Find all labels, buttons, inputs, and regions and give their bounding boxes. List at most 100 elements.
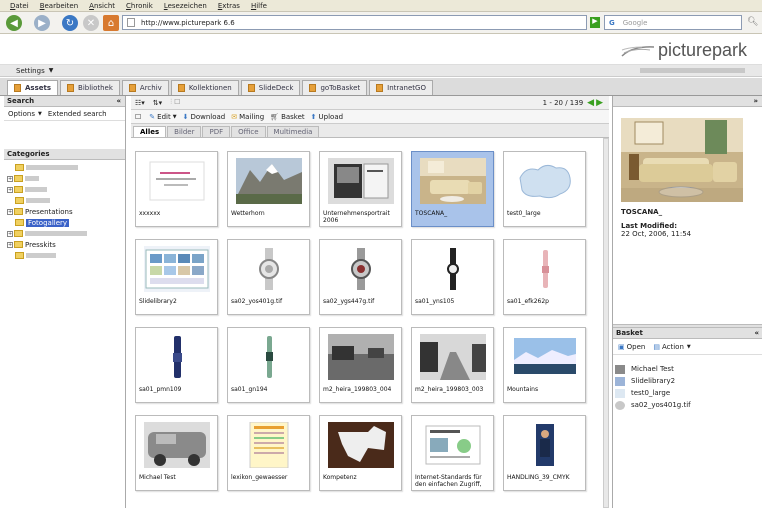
asset-caption: m2_heira_199803_003 (415, 386, 484, 393)
basket-item[interactable]: test0_large (615, 387, 762, 399)
tree-item[interactable] (7, 162, 125, 173)
filter-icon[interactable]: ⫶ ☐ (170, 98, 180, 107)
tree-item[interactable] (7, 250, 125, 261)
tree-item[interactable] (7, 195, 125, 206)
basket-open-button[interactable]: Open (627, 343, 646, 351)
select-all-icon[interactable]: ☐ (135, 113, 141, 121)
asset-tile[interactable]: HANDLING_39_CMYK (503, 415, 586, 491)
google-icon[interactable]: G (609, 19, 615, 27)
options-menu[interactable]: Options (8, 110, 35, 118)
reload-icon[interactable]: ↻ (62, 15, 78, 31)
chevron-down-icon[interactable]: ▼ (38, 111, 42, 117)
tab-slidedeck[interactable]: SlideDeck (240, 80, 301, 95)
settings-menu[interactable]: Settings (16, 67, 45, 75)
collapse-left-icon[interactable]: « (116, 97, 121, 105)
asset-tile[interactable]: Mountains (503, 327, 586, 403)
download-button[interactable]: Download (190, 113, 225, 121)
detail-preview-image (621, 118, 743, 202)
upload-button[interactable]: Upload (319, 113, 344, 121)
asset-tile[interactable]: sa01_yns105 (411, 239, 494, 315)
go-icon[interactable]: ▶ (590, 17, 600, 28)
basket-button[interactable]: Basket (281, 113, 305, 121)
expand-icon[interactable]: + (7, 208, 13, 215)
filter-tab-pdf[interactable]: PDF (202, 126, 231, 137)
collapse-basket-icon[interactable]: « (754, 329, 759, 337)
url-field[interactable]: http://www.picturepark 6.6 (122, 15, 587, 30)
asset-tile[interactable]: sa01_gn194 (227, 327, 310, 403)
asset-tile[interactable]: m2_heira_199803_003 (411, 327, 494, 403)
chevron-down-icon[interactable]: ▼ (49, 67, 54, 74)
chevron-down-icon[interactable]: ▼ (173, 114, 177, 120)
asset-tile[interactable]: sa01_efk262p (503, 239, 586, 315)
asset-tile[interactable]: Kompetenz (319, 415, 402, 491)
asset-tile[interactable]: Michael Test (135, 415, 218, 491)
menu-extras[interactable]: Extras (218, 2, 240, 10)
tab-bibliothek[interactable]: Bibliothek (60, 80, 120, 95)
basket-header: Basket « (613, 328, 762, 339)
sort-icon[interactable]: ⇅▾ (153, 99, 162, 107)
home-icon[interactable]: ⌂ (103, 15, 119, 31)
folder-icon (15, 164, 24, 171)
menu-hilfe[interactable]: Hilfe (251, 2, 267, 10)
folder-icon (14, 208, 23, 215)
tree-item[interactable]: + (7, 173, 125, 184)
tree-item[interactable]: + (7, 228, 125, 239)
basket-item[interactable]: Slidelibrary2 (615, 375, 762, 387)
basket-item[interactable]: sa02_yos401g.tif (615, 399, 762, 411)
asset-tile[interactable]: m2_heira_199803_004 (319, 327, 402, 403)
menu-ansicht[interactable]: Ansicht (89, 2, 115, 10)
filter-tab-alles[interactable]: Alles (133, 126, 167, 137)
asset-tile[interactable]: sa02_yos401g.tif (227, 239, 310, 315)
expand-icon[interactable]: + (7, 241, 13, 248)
filter-tab-office[interactable]: Office (231, 126, 266, 137)
expand-icon[interactable]: + (7, 186, 13, 193)
asset-tile[interactable]: Slidelibrary2 (135, 239, 218, 315)
menu-chronik[interactable]: Chronik (126, 2, 153, 10)
asset-tile[interactable]: xxxxxx (135, 151, 218, 227)
asset-tile[interactable]: lexikon_gewaesser (227, 415, 310, 491)
basket-action-button[interactable]: Action (662, 343, 684, 351)
mailing-button[interactable]: Mailing (239, 113, 264, 121)
basket-icon: 🛒︎ (270, 112, 280, 121)
tree-item[interactable]: + (7, 184, 125, 195)
asset-tile[interactable]: Unternehmensportrait 2006 (319, 151, 402, 227)
tab-gotobasket[interactable]: goToBasket (302, 80, 368, 95)
blurred-label (25, 176, 39, 181)
menu-datei[interactable]: Datei (10, 2, 29, 10)
tree-item-presskits[interactable]: + Presskits (7, 239, 125, 250)
grid-scrollbar[interactable] (603, 138, 609, 508)
filter-tab-bilder[interactable]: Bilder (167, 126, 202, 137)
stop-icon[interactable]: ✕ (83, 15, 99, 31)
prev-page-icon[interactable]: ◀ (587, 98, 594, 108)
view-mode-icon[interactable]: ☷▾ (135, 99, 145, 107)
menu-lesezeichen[interactable]: Lesezeichen (164, 2, 207, 10)
search-go-icon[interactable]: 🔍︎ (747, 17, 758, 27)
asset-tile[interactable]: Wetterhorn (227, 151, 310, 227)
asset-tile[interactable]: sa01_pmn109 (135, 327, 218, 403)
next-page-icon[interactable]: ▶ (596, 98, 603, 108)
tab-archiv[interactable]: Archiv (121, 80, 169, 95)
asset-caption: Slidelibrary2 (139, 298, 177, 305)
tab-kollektionen[interactable]: Kollektionen (170, 80, 239, 95)
extended-search-link[interactable]: Extended search (48, 110, 107, 118)
expand-icon[interactable]: + (7, 175, 13, 182)
chevron-down-icon[interactable]: ▼ (687, 344, 691, 350)
expand-icon[interactable]: + (7, 230, 13, 237)
asset-tile[interactable]: sa02_ygs447g.tif (319, 239, 402, 315)
collapse-right-icon[interactable]: » (753, 97, 758, 105)
tree-item-presentations[interactable]: + Presentations (7, 206, 125, 217)
back-icon[interactable]: ◀ (6, 15, 22, 31)
forward-icon[interactable]: ▶ (34, 15, 50, 31)
asset-tile[interactable]: test0_large (503, 151, 586, 227)
filter-tab-multimedia[interactable]: Multimedia (266, 126, 320, 137)
edit-button[interactable]: Edit (157, 113, 171, 121)
tree-item-fotogallery[interactable]: Fotogallery (7, 217, 125, 228)
basket-item[interactable]: Michael Test (615, 363, 762, 375)
browser-search-field[interactable]: G Google (604, 15, 742, 30)
tab-intranetgo[interactable]: IntranetGO (369, 80, 433, 95)
asset-tile[interactable]: Internet-Standards für den einfachen Zug… (411, 415, 494, 491)
asset-tile[interactable]: TOSCANA_ (411, 151, 494, 227)
search-panel-title: Search (7, 97, 35, 105)
menu-bearbeiten[interactable]: Bearbeiten (40, 2, 78, 10)
tab-assets[interactable]: Assets (7, 80, 59, 95)
